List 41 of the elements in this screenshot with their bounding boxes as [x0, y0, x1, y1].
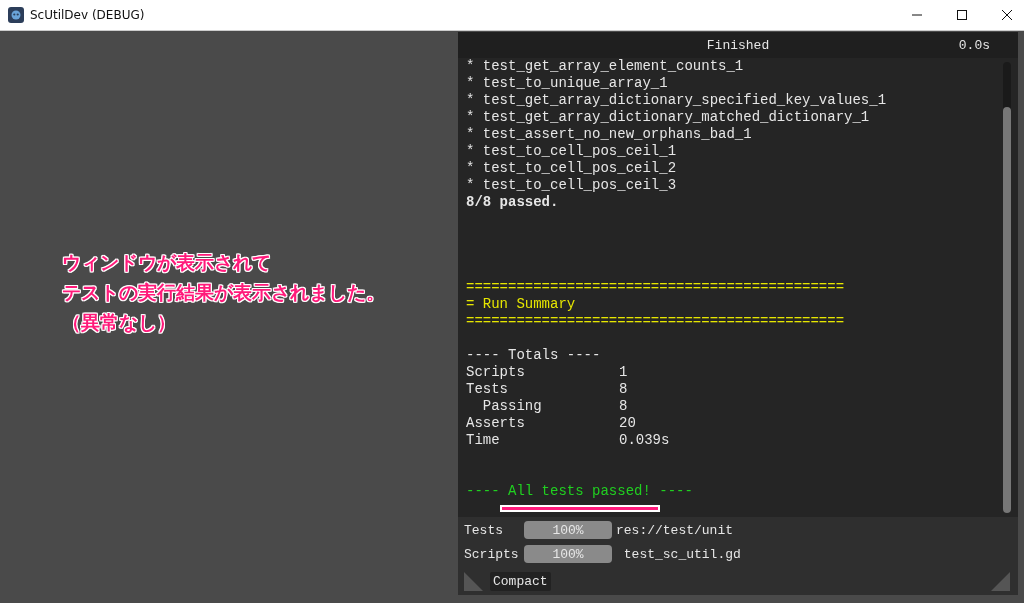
total-label: Tests [466, 381, 509, 398]
log-line: 8/8 passed. [466, 194, 560, 211]
progress-label: Tests [464, 522, 504, 538]
log-line: * test_get_array_dictionary_specified_key_values_1 [466, 92, 888, 109]
log-line: * test_to_unique_array_1 [466, 75, 669, 92]
total-value: 20 [619, 415, 636, 432]
path-text: res://test/unit [616, 522, 734, 538]
total-label: Asserts [466, 415, 526, 432]
log-line: ============================================= [466, 313, 846, 330]
total-value: 8 [619, 381, 628, 398]
total-value: 0.039s [619, 432, 670, 449]
total-value: 8 [619, 398, 628, 415]
total-label: Time [466, 432, 501, 449]
log-line: * test_to_cell_pos_ceil_2 [466, 160, 678, 177]
log-line: ============================================= [466, 279, 846, 296]
elapsed-time: 0.0s [958, 37, 990, 53]
log-line: * test_assert_no_new_orphans_bad_1 [466, 126, 753, 143]
total-label: Passing [481, 398, 543, 415]
compact-button[interactable]: Compact [490, 572, 551, 591]
total-value: 1 [619, 364, 628, 381]
window-title: ScUtilDev (DEBUG) [30, 8, 145, 22]
total-label: Scripts [466, 364, 526, 381]
scrollbar-thumb[interactable] [1003, 107, 1011, 513]
close-icon[interactable] [1001, 9, 1013, 21]
log-line: ---- Totals ---- [466, 347, 602, 364]
log-line: * test_to_cell_pos_ceil_1 [466, 143, 678, 160]
app-icon [8, 7, 24, 23]
progress-bar: 100% [524, 545, 612, 563]
progress-label: Scripts [464, 546, 520, 562]
progress-bar: 100% [524, 521, 612, 539]
log-line: * test_get_array_dictionary_matched_dictionary_1 [466, 109, 871, 126]
log-line: * test_get_array_element_counts_1 [466, 58, 745, 75]
resize-grip-icon[interactable] [991, 572, 1010, 591]
status-label: Finished [706, 37, 770, 53]
annotation-text: ウィンドウが表示されて テストの実行結果が表示されました。 （異常なし） [62, 250, 385, 335]
resize-grip-icon[interactable] [464, 572, 483, 591]
log-line: ---- All tests passed! ---- [466, 483, 694, 500]
log-line: * test_to_cell_pos_ceil_3 [466, 177, 678, 194]
maximize-icon[interactable] [956, 9, 968, 21]
log-line: = Run Summary [466, 296, 577, 313]
path-text: test_sc_util.gd [622, 546, 741, 562]
